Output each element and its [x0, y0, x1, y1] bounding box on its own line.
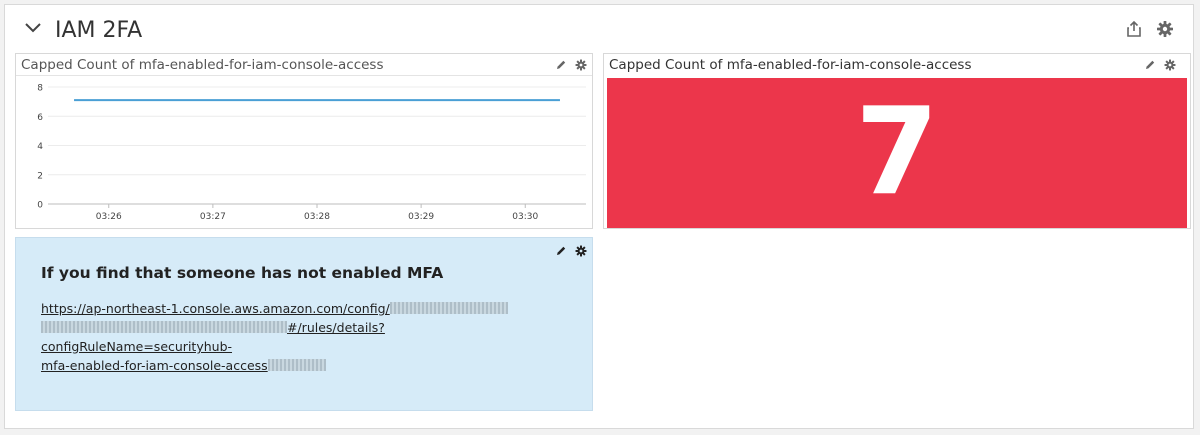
y-tick-label: 0: [37, 201, 43, 211]
pencil-icon[interactable]: [1144, 59, 1156, 71]
y-tick-label: 6: [37, 113, 43, 123]
widget-title-bar: Capped Count of mfa-enabled-for-iam-cons…: [16, 54, 592, 76]
y-tick-label: 8: [37, 84, 43, 94]
gear-icon[interactable]: [1164, 59, 1176, 71]
x-tick-label: 03:29: [408, 212, 434, 222]
share-icon[interactable]: [1125, 20, 1143, 38]
y-tick-label: 4: [37, 142, 43, 152]
timeseries-widget: Capped Count of mfa-enabled-for-iam-cons…: [15, 53, 593, 229]
group-header: IAM 2FA: [5, 5, 1193, 55]
widget-title-bar: Capped Count of mfa-enabled-for-iam-cons…: [604, 54, 1190, 77]
line-chart: 0 2 4 6 8 03:26 03:27 03:28 03:29 03:30: [37, 84, 586, 222]
x-tick-label: 03:28: [304, 212, 330, 222]
x-tick-label: 03:30: [512, 212, 538, 222]
gear-icon[interactable]: [1156, 20, 1174, 38]
gear-icon[interactable]: [575, 59, 587, 71]
note-widget: If you find that someone has not enabled…: [15, 237, 593, 411]
config-rule-link[interactable]: https://ap-northeast-1.console.aws.amazo…: [41, 299, 561, 375]
y-tick-label: 2: [37, 171, 43, 181]
gear-icon[interactable]: [575, 245, 587, 257]
x-tick-label: 03:27: [200, 212, 226, 222]
pencil-icon[interactable]: [555, 245, 567, 257]
query-value-box: 7: [607, 78, 1187, 228]
redacted-text: [267, 359, 326, 371]
pencil-icon[interactable]: [555, 59, 567, 71]
widget-title: Capped Count of mfa-enabled-for-iam-cons…: [21, 57, 384, 73]
link-text-part[interactable]: mfa-enabled-for-iam-console-access: [41, 358, 268, 373]
x-tick-label: 03:26: [96, 212, 122, 222]
link-text-part[interactable]: https://ap-northeast-1.console.aws.amazo…: [41, 301, 390, 316]
chevron-down-icon[interactable]: [23, 21, 43, 35]
redacted-text: [389, 302, 508, 314]
query-value: 7: [855, 83, 939, 222]
redacted-text: [41, 321, 287, 333]
widget-title: Capped Count of mfa-enabled-for-iam-cons…: [609, 57, 972, 73]
group-title: IAM 2FA: [55, 18, 143, 43]
note-heading: If you find that someone has not enabled…: [41, 264, 444, 282]
query-value-widget: Capped Count of mfa-enabled-for-iam-cons…: [603, 53, 1191, 229]
